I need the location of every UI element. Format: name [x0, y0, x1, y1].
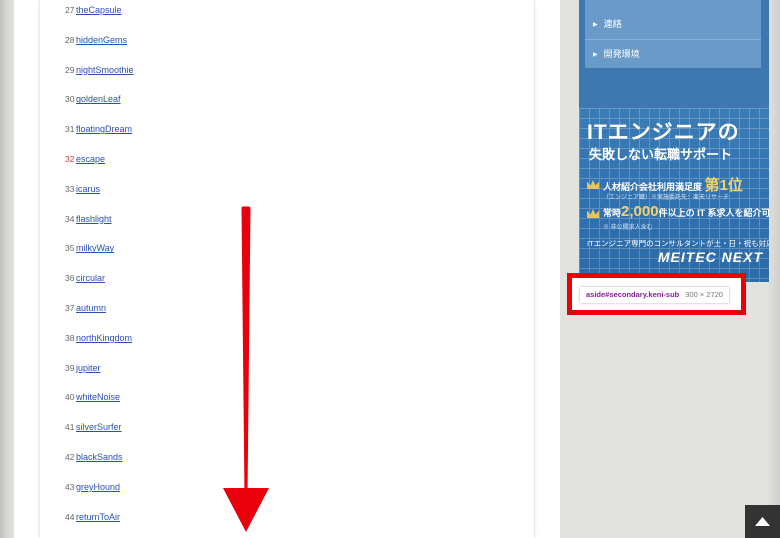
list-item-number: 37 — [65, 303, 75, 313]
inspector-tooltip: aside#secondary.keni-sub 300 × 2720 — [580, 287, 729, 303]
banner-subtitle: 失敗しない転職サポート — [589, 147, 733, 162]
list-item-link[interactable]: blackSands — [76, 452, 123, 462]
list-item: 38 northKingdom — [65, 331, 132, 345]
list-item-number: 43 — [65, 481, 75, 492]
banner-title: ITエンジニアの — [587, 121, 740, 144]
list-item-link[interactable]: northKingdom — [76, 333, 132, 343]
list-item-link[interactable]: returnToAir — [76, 512, 120, 522]
list-item-number: 40 — [65, 392, 75, 403]
list-item: 36 circular — [65, 271, 105, 285]
list-item-number: 33 — [65, 183, 75, 194]
list-item-link[interactable]: silverSurfer — [76, 422, 122, 432]
banner-footer-text: ITエンジニア専門のコンサルタントが土・日・祝も対応 — [587, 239, 769, 248]
list-item: 42 blackSands — [65, 450, 123, 464]
inspector-selector: aside#secondary.keni-sub — [586, 290, 680, 299]
list-item-number: 28 — [65, 34, 75, 45]
banner-logo: MEITEC NEXT — [657, 249, 763, 265]
list-item-number: 29 — [65, 64, 75, 75]
list-item-number: 35 — [65, 243, 75, 254]
list-item-number: 31 — [65, 124, 75, 135]
list-item-number: 27 — [65, 5, 75, 15]
list-item: 44 returnToAir — [65, 510, 120, 524]
list-item-link[interactable]: floatingDream — [76, 124, 132, 134]
list-item-link[interactable]: theCapsule — [76, 5, 122, 15]
list-item-link[interactable]: icarus — [76, 184, 100, 194]
list-item-number: 30 — [65, 94, 75, 105]
list-item-link[interactable]: flashlight — [76, 214, 112, 224]
list-item: 28 hiddenGems — [65, 33, 127, 47]
list-item: 31 floatingDream — [65, 122, 132, 136]
arrow-down-icon — [223, 206, 269, 532]
list-item-link[interactable]: jupiter — [76, 363, 101, 373]
list-item: 35 milkyWay — [65, 241, 114, 255]
sidebar: ▶ 連絡 ▶ 開発環境 ITエンジニアの 失敗しない転職サポート 人材紹介会社利用満… — [579, 0, 769, 282]
list-item-link[interactable]: greyHound — [76, 482, 120, 492]
list-item-link[interactable]: whiteNoise — [76, 392, 120, 402]
list-item-link[interactable]: milkyWay — [76, 243, 114, 253]
list-item-link[interactable]: hiddenGems — [76, 35, 127, 45]
sidebar-item-dev-environment[interactable]: ▶ 開発環境 — [585, 39, 761, 68]
list-item: 39 jupiter — [65, 361, 101, 375]
list-item-link[interactable]: goldenLeaf — [76, 94, 121, 104]
banner-note-1: （エンジニア職）※実施委託先：楽天リサーチ — [603, 195, 730, 201]
inspector-highlight-box: aside#secondary.keni-sub 300 × 2720 — [567, 273, 746, 315]
list-item-link[interactable]: autumn — [76, 303, 106, 313]
list-item-number: 32 — [65, 154, 75, 164]
list-item-number: 42 — [65, 452, 75, 462]
chevron-up-icon — [755, 517, 770, 526]
list-item: 32 escape — [65, 152, 105, 166]
list-item-number: 44 — [65, 511, 75, 522]
list-item: 40 whiteNoise — [65, 390, 120, 404]
list-item: 34 flashlight — [65, 212, 112, 226]
list-item-number: 41 — [65, 422, 75, 433]
list-item-number: 38 — [65, 332, 75, 343]
list-item-link[interactable]: nightSmoothie — [76, 65, 134, 75]
sidebar-item-label: 連絡 — [603, 19, 622, 29]
list-item-number: 36 — [65, 273, 75, 284]
list-item: 29 nightSmoothie — [65, 63, 134, 77]
banner-line-2: 常時2,000件以上の IT 系求人を紹介可能 — [603, 203, 769, 220]
list-item: 33 icarus — [65, 182, 100, 196]
list-item: 27 theCapsule — [65, 3, 122, 17]
inspector-size: 300 × 2720 — [685, 290, 723, 299]
scroll-top-button[interactable] — [745, 505, 780, 538]
ad-banner[interactable]: ITエンジニアの 失敗しない転職サポート 人材紹介会社利用満足度 第1位 （エン… — [579, 108, 769, 282]
list-item: 37 autumn — [65, 301, 106, 315]
banner-note-2: ※ 非公開求人含む — [603, 225, 653, 231]
list-item-link[interactable]: circular — [76, 273, 105, 283]
list-item-link[interactable]: escape — [76, 154, 105, 164]
list-item-number: 39 — [65, 362, 75, 373]
list-item: 30 goldenLeaf — [65, 92, 121, 106]
sidebar-menu: ▶ 連絡 ▶ 開発環境 — [585, 0, 761, 68]
list-item: 41 silverSurfer — [65, 420, 122, 434]
triangle-right-icon: ▶ — [593, 52, 598, 58]
triangle-right-icon: ▶ — [593, 22, 598, 28]
sidebar-item-label: 開発環境 — [603, 49, 640, 59]
sidebar-item-contact[interactable]: ▶ 連絡 — [585, 10, 761, 39]
list-item-number: 34 — [65, 213, 75, 224]
list-item: 43 greyHound — [65, 480, 120, 494]
